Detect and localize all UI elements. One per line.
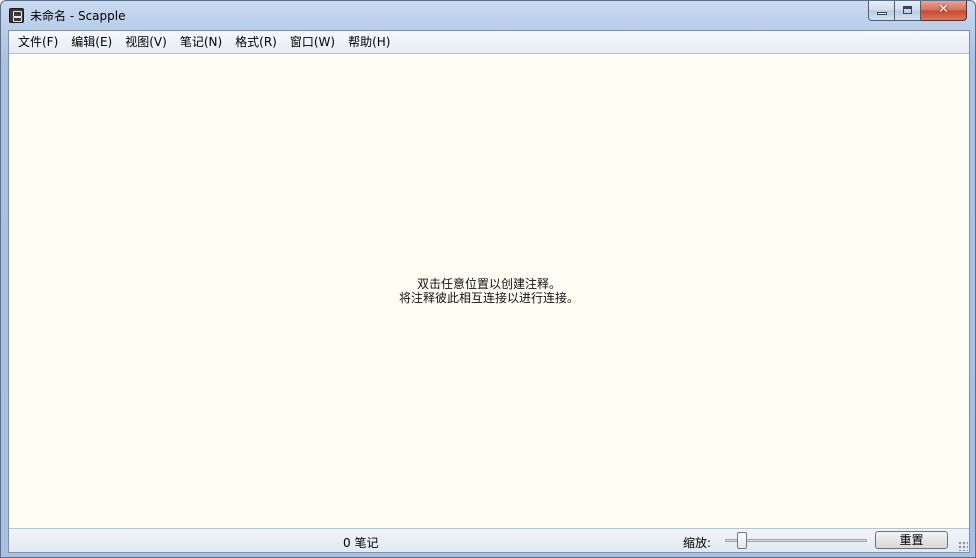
zoom-slider-thumb[interactable] xyxy=(737,532,747,549)
note-count: 0 笔记 xyxy=(343,536,379,550)
menu-view[interactable]: 视图(V) xyxy=(120,31,175,53)
menu-window[interactable]: 窗口(W) xyxy=(285,31,343,53)
minimize-icon xyxy=(877,12,887,15)
window-title: 未命名 - Scapple xyxy=(30,9,126,23)
menu-file[interactable]: 文件(F) xyxy=(13,31,66,53)
menu-notes[interactable]: 笔记(N) xyxy=(175,31,230,53)
client-area: 文件(F) 编辑(E) 视图(V) 笔记(N) 格式(R) 窗口(W) 帮助(H… xyxy=(8,30,970,553)
hint-line-create: 双击任意位置以创建注释。 xyxy=(416,277,561,291)
menu-help[interactable]: 帮助(H) xyxy=(343,31,398,53)
scapple-canvas[interactable]: 双击任意位置以创建注释。 将注释彼此相互连接以进行连接。 xyxy=(9,55,969,528)
menu-format[interactable]: 格式(R) xyxy=(230,31,285,53)
menu-bar: 文件(F) 编辑(E) 视图(V) 笔记(N) 格式(R) 窗口(W) 帮助(H… xyxy=(9,31,969,54)
caption-buttons: ✕ xyxy=(868,1,967,21)
menu-edit[interactable]: 编辑(E) xyxy=(66,31,120,53)
minimize-button[interactable] xyxy=(868,1,895,21)
title-bar[interactable]: 未命名 - Scapple ✕ xyxy=(1,1,975,29)
hint-line-connect: 将注释彼此相互连接以进行连接。 xyxy=(398,291,579,305)
status-bar: 0 笔记 缩放: 重置 xyxy=(9,528,969,552)
empty-canvas-hint: 双击任意位置以创建注释。 将注释彼此相互连接以进行连接。 xyxy=(9,277,969,305)
close-button[interactable]: ✕ xyxy=(921,1,967,21)
scapple-app-icon[interactable] xyxy=(9,8,24,23)
resize-grip-icon[interactable] xyxy=(958,541,968,551)
app-window: 未命名 - Scapple ✕ 文件(F) 编辑(E) 视图(V) 笔记(N) … xyxy=(0,0,976,558)
maximize-icon xyxy=(903,6,912,14)
maximize-button[interactable] xyxy=(895,1,921,21)
zoom-label: 缩放: xyxy=(683,536,712,550)
reset-zoom-button[interactable]: 重置 xyxy=(875,531,948,549)
close-icon: ✕ xyxy=(938,2,949,17)
